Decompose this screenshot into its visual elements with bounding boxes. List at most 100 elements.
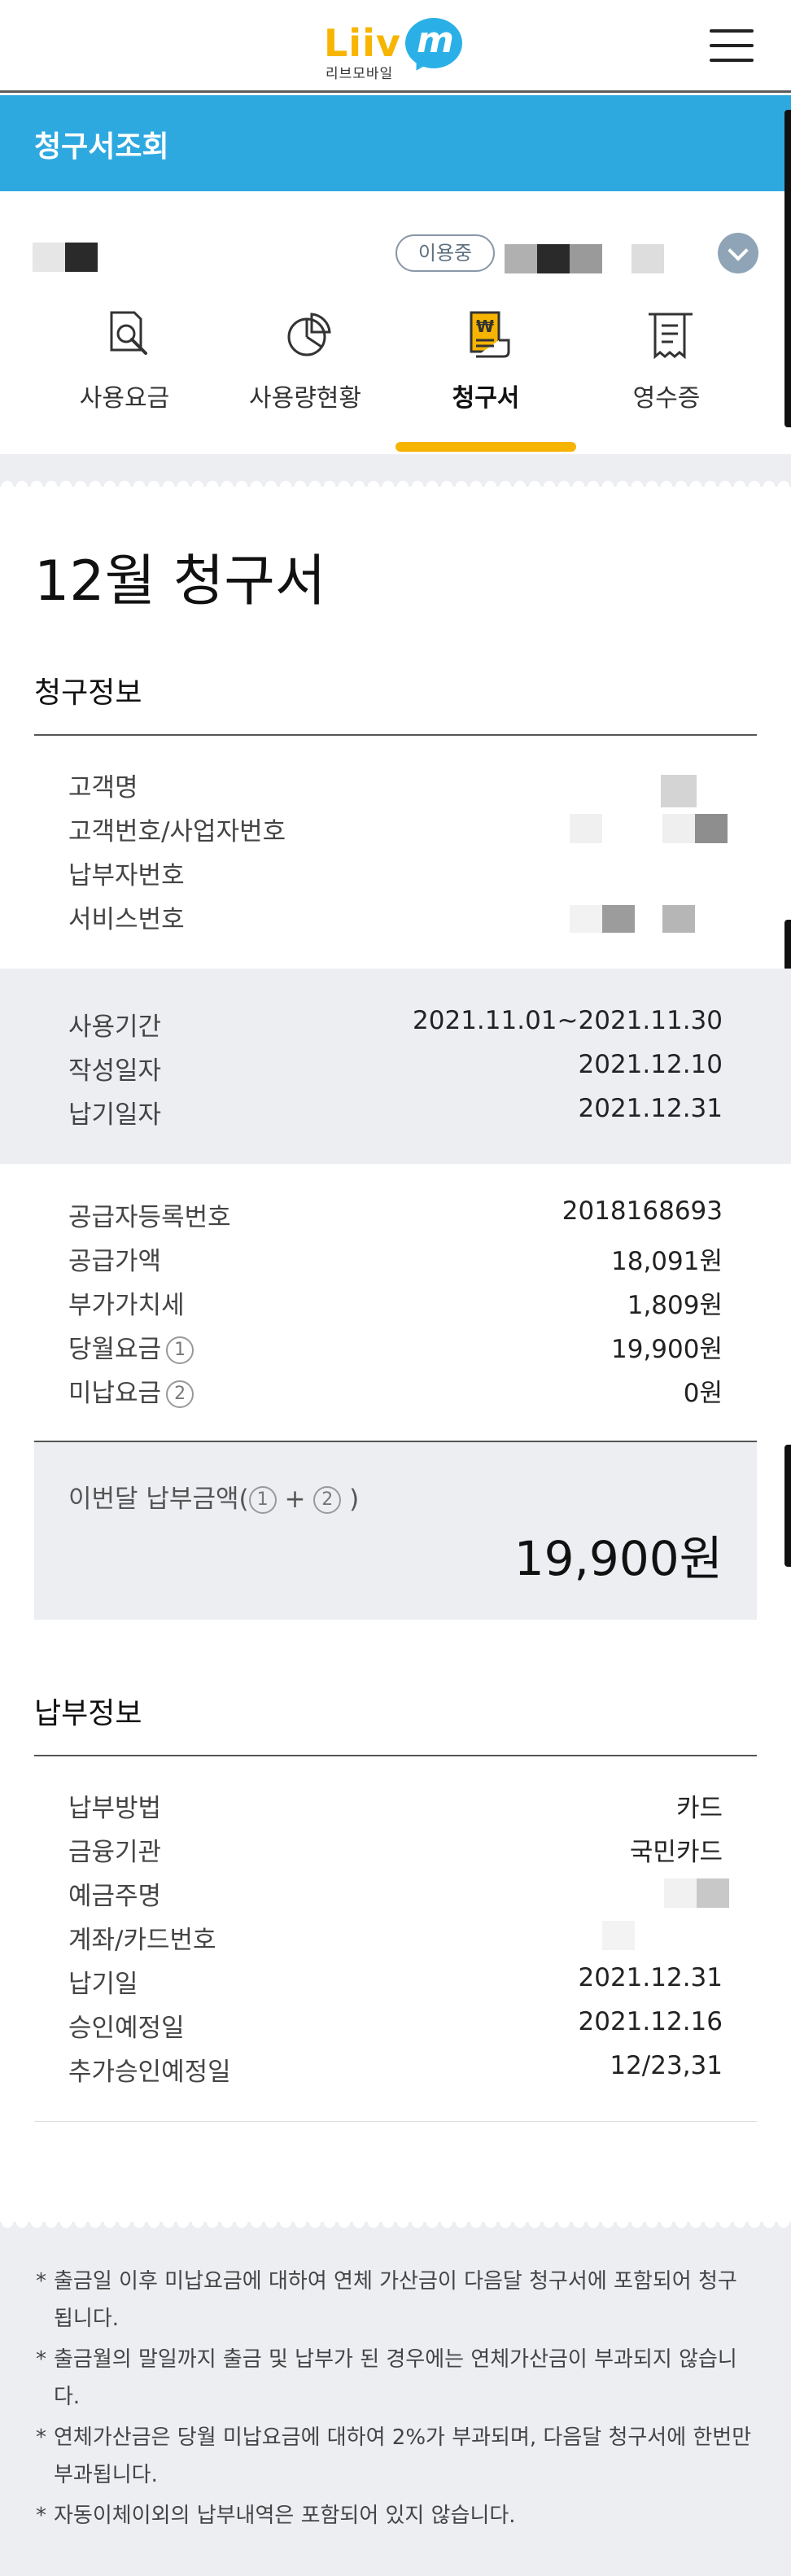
payment-row: 승인예정일 2021.12.16 (68, 2007, 723, 2048)
bill-tabs: 사용요금 사용량현황 ₩ 청구서 영수증 (34, 301, 757, 456)
masked-phone-number (537, 244, 570, 273)
total-label-prefix: 이번달 납부금액( (68, 1485, 249, 1514)
row-value: 2018168693 (562, 1196, 723, 1226)
pie-chart-icon (287, 313, 331, 356)
status-badge: 이용중 (396, 234, 495, 272)
bullet-star: * (36, 2425, 46, 2450)
tab-label: 청구서 (452, 384, 520, 413)
row-label: 계좌/카드번호 (68, 1926, 216, 1955)
line-selector[interactable]: 이용중 (0, 220, 791, 293)
payment-row: 추가승인예정일 12/23,31 (68, 2051, 723, 2092)
row-value: 1,809원 (627, 1291, 723, 1320)
won-bill-icon: ₩ (470, 311, 510, 358)
row-label: 납기일 (68, 1970, 138, 1999)
notice-item: * 자동이체이외의 납부내역은 포함되어 있지 않습니다. (36, 2497, 752, 2534)
info-row: 사용기간 2021.11.01~2021.11.30 (68, 1006, 723, 1047)
notice-text: 연체가산금은 당월 미납요금에 대하여 2%가 부과되며, 다음달 청구서에 한… (54, 2425, 752, 2487)
info-row: 납부자번호 (68, 855, 723, 895)
row-value: 12/23,31 (610, 2051, 723, 2080)
masked-account-holder (697, 1878, 729, 1908)
row-label: 예금주명 (68, 1882, 162, 1911)
tab-usage-status[interactable]: 사용량현황 (215, 301, 396, 456)
payment-row: 예금주명 (68, 1875, 723, 1916)
info-row: 당월요금 1 19,900원 (68, 1328, 723, 1369)
row-value: 19,900원 (611, 1335, 723, 1364)
row-label: 금융기관 (68, 1838, 162, 1867)
logo-wordmark: Liiv (324, 21, 401, 65)
total-label-suffix: ) (341, 1485, 360, 1514)
scalloped-edge (0, 475, 791, 487)
payment-row: 납부방법 카드 (68, 1787, 723, 1828)
row-label: 납부방법 (68, 1794, 162, 1823)
payment-row: 납기일 2021.12.31 (68, 1963, 723, 2004)
row-label-text: 미납요금 (68, 1379, 162, 1408)
masked-service-number (662, 905, 695, 933)
page-title: 청구서조회 (34, 130, 169, 164)
row-value: 2021.12.31 (578, 1094, 723, 1123)
bullet-star: * (36, 2347, 46, 2372)
row-value: 2021.11.01~2021.11.30 (413, 1006, 723, 1035)
row-value: 2021.12.31 (578, 1963, 723, 1992)
logo-m-letter: m (417, 20, 454, 61)
masked-customer-number (695, 814, 728, 843)
masked-card-number (602, 1921, 635, 1950)
bill-title: 12월 청구서 (34, 549, 326, 614)
row-value: 18,091원 (611, 1247, 723, 1276)
bullet-star: * (36, 2504, 46, 2528)
masked-customer-name (661, 775, 697, 807)
hamburger-menu-icon[interactable] (710, 29, 754, 62)
row-label-text: 당월요금 (68, 1335, 162, 1364)
notice-text: 자동이체이외의 납부내역은 포함되어 있지 않습니다. (54, 2504, 516, 2528)
search-document-icon (110, 311, 147, 355)
tab-receipt[interactable]: 영수증 (576, 301, 757, 456)
row-value: 2021.12.16 (578, 2007, 723, 2036)
masked-name (65, 243, 98, 272)
masked-phone-number (570, 244, 602, 273)
payment-info-heading: 납부정보 (34, 1697, 142, 1730)
circled-number-2: 2 (166, 1380, 194, 1408)
dashed-divider (34, 2121, 757, 2122)
chevron-down-icon[interactable] (718, 233, 758, 273)
info-row: 고객명 (68, 767, 723, 807)
total-amount: 19,900원 (513, 1531, 723, 1586)
section-rule (34, 1755, 757, 1756)
tab-usage-fee[interactable]: 사용요금 (34, 301, 215, 456)
row-label: 서비스번호 (68, 905, 185, 934)
total-amount-box: 이번달 납부금액(1 + 2 ) 19,900원 (34, 1441, 757, 1620)
section-rule (34, 734, 757, 736)
row-label: 부가가치세 (68, 1291, 185, 1320)
total-label: 이번달 납부금액(1 + 2 ) (68, 1478, 359, 1515)
masked-account-holder (664, 1878, 697, 1908)
row-label: 승인예정일 (68, 2014, 185, 2043)
notice-item: * 연체가산금은 당월 미납요금에 대하여 2%가 부과되며, 다음달 청구서에 … (36, 2419, 752, 2494)
masked-name (33, 243, 65, 272)
notice-section: * 출금일 이후 미납요금에 대하여 연체 가산금이 다음달 청구서에 포함되어 … (0, 2222, 791, 2576)
row-value: 0원 (683, 1379, 723, 1408)
info-row: 작성일자 2021.12.10 (68, 1050, 723, 1091)
row-label: 공급가액 (68, 1247, 162, 1276)
info-row: 고객번호/사업자번호 (68, 811, 723, 851)
info-row: 미납요금 2 0원 (68, 1372, 723, 1413)
notice-text: 출금월의 말일까지 출금 및 납부가 된 경우에는 연체가산금이 부과되지 않습… (54, 2347, 737, 2409)
info-row: 납기일자 2021.12.31 (68, 1094, 723, 1135)
row-value: 2021.12.10 (578, 1050, 723, 1079)
row-label: 고객번호/사업자번호 (68, 817, 286, 846)
receipt-icon (649, 313, 693, 360)
row-label: 사용기간 (68, 1012, 162, 1042)
row-label: 미납요금 2 (68, 1372, 194, 1409)
row-label: 공급자등록번호 (68, 1203, 231, 1232)
circled-number-1: 1 (166, 1336, 194, 1364)
page-title-band: 청구서조회 (0, 95, 791, 191)
liiv-m-logo[interactable]: Liiv m 리브모바일 (324, 18, 470, 82)
circled-number-2: 2 (313, 1486, 342, 1514)
active-tab-indicator (396, 442, 576, 452)
row-label: 작성일자 (68, 1056, 162, 1086)
circled-number-1: 1 (248, 1486, 277, 1514)
tab-label: 사용량현황 (249, 384, 361, 413)
masked-service-number (602, 905, 635, 933)
tab-bill[interactable]: ₩ 청구서 (396, 301, 576, 456)
plus-sign: + (276, 1485, 314, 1514)
billing-info-heading: 청구정보 (34, 676, 142, 710)
row-label: 납부자번호 (68, 861, 185, 890)
scalloped-edge (0, 2222, 791, 2233)
